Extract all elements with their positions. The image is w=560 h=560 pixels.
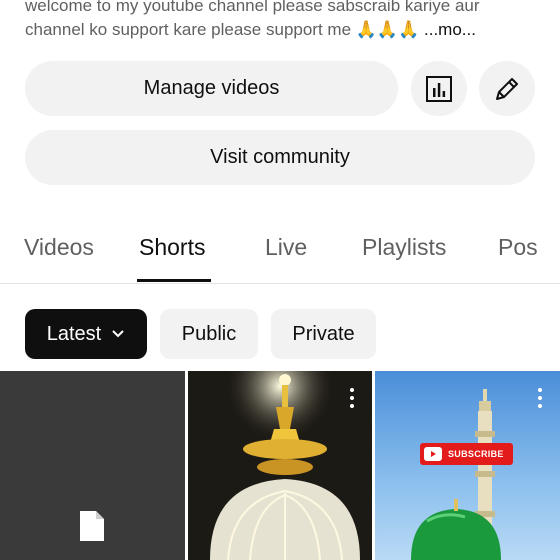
analytics-button[interactable] [411,61,467,116]
tab-videos[interactable]: Videos [24,234,94,261]
filter-latest-chip[interactable]: Latest [25,309,147,359]
short-thumbnail-3[interactable]: SUBSCRIBE [375,371,560,560]
subscribe-label: SUBSCRIBE [448,449,504,459]
more-options-icon[interactable] [537,387,543,409]
play-icon [424,447,442,461]
description-line-2-text: channel ko support kare please support m… [25,20,420,39]
more-options-icon[interactable] [349,387,355,409]
manage-videos-button[interactable]: Manage videos [25,61,398,116]
subscribe-sticker: SUBSCRIBE [420,443,513,465]
filter-private-chip[interactable]: Private [271,309,376,359]
channel-description[interactable]: welcome to my youtube channel please sab… [25,0,545,42]
description-line-2: channel ko support kare please support m… [25,18,545,42]
tab-shorts[interactable]: Shorts [139,234,205,261]
pencil-icon [496,77,518,100]
visit-community-label: Visit community [210,146,350,168]
file-icon [80,511,104,541]
manage-videos-label: Manage videos [143,77,280,99]
active-tab-indicator [137,279,211,282]
tab-live[interactable]: Live [265,234,307,261]
chevron-down-icon [112,330,124,338]
tab-playlists[interactable]: Playlists [362,234,446,261]
dome-image [188,371,372,560]
filter-latest-label: Latest [46,322,102,345]
filter-private-label: Private [292,322,355,345]
visit-community-button[interactable]: Visit community [25,130,535,185]
filter-public-chip[interactable]: Public [160,309,258,359]
tab-posts[interactable]: Pos [498,234,538,261]
filter-public-label: Public [181,322,237,345]
channel-tabs: Videos Shorts Live Playlists Pos [0,222,560,282]
short-thumbnail-2[interactable] [188,371,372,560]
edit-channel-button[interactable] [479,61,535,116]
description-line-1: welcome to my youtube channel please sab… [25,0,480,15]
short-thumbnail-1[interactable] [0,371,185,560]
analytics-icon [426,75,452,102]
more-link[interactable]: ...mo... [424,20,476,39]
tabs-divider [0,283,560,284]
mosque-image [411,389,501,560]
shorts-grid: SUBSCRIBE [0,371,560,560]
